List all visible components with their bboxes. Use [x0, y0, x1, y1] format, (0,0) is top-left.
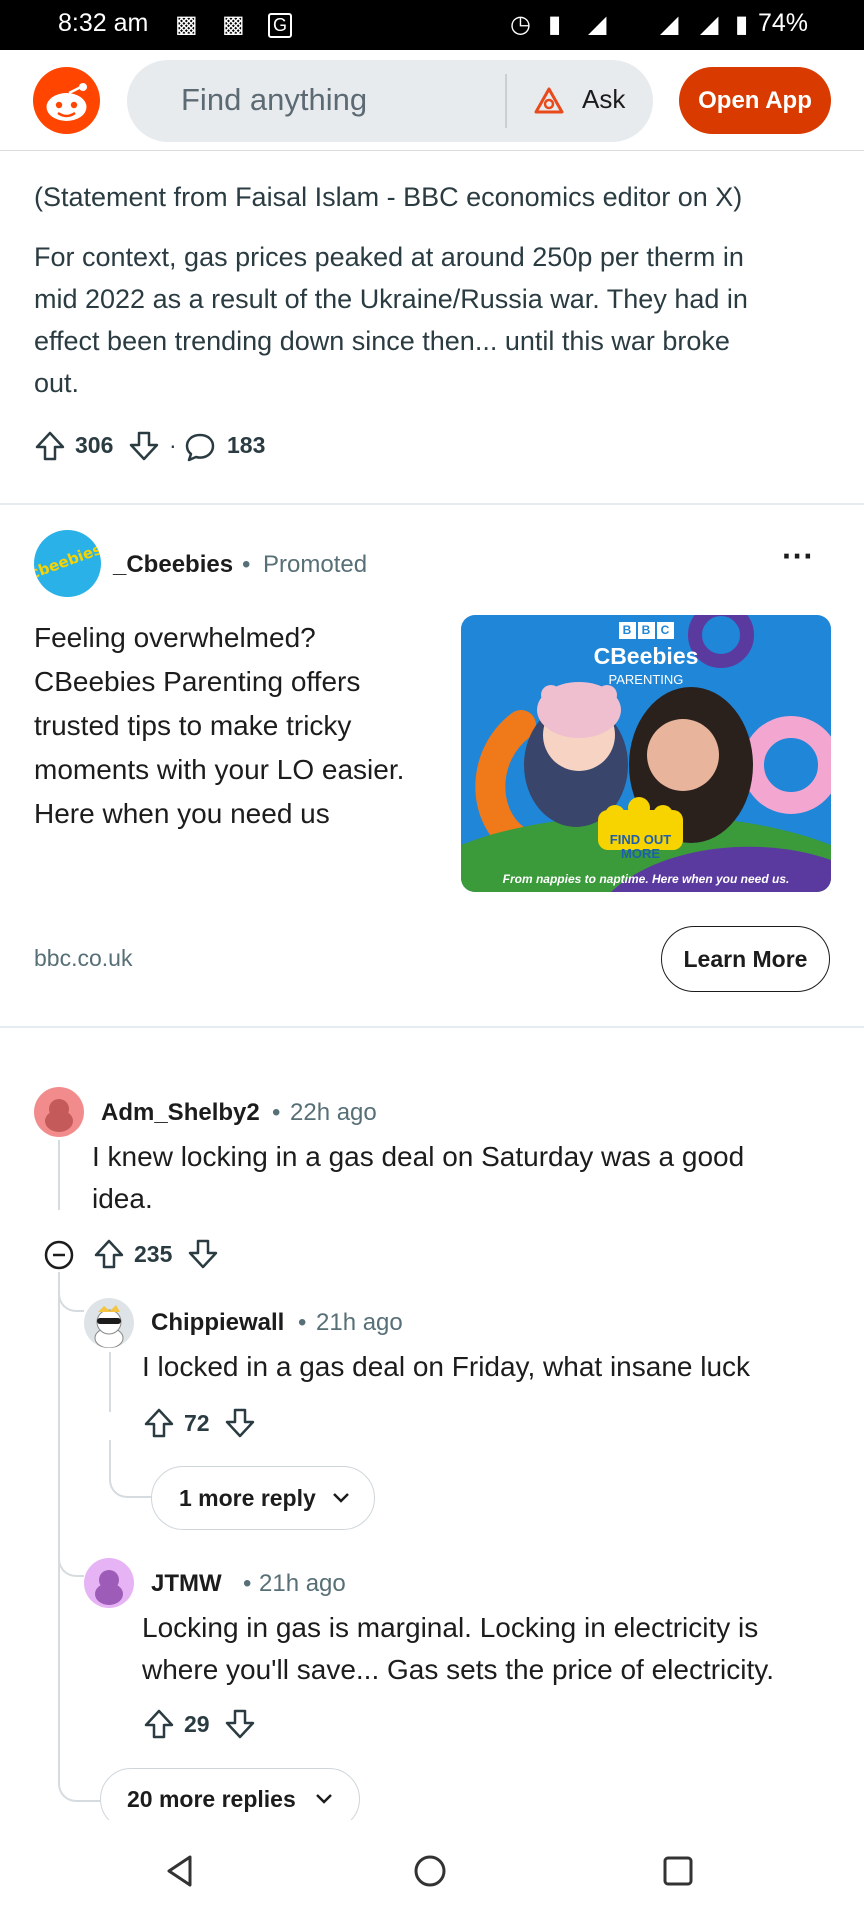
- comment-text-line: idea.: [92, 1183, 153, 1214]
- search-bar[interactable]: Find anything Ask: [127, 60, 653, 142]
- bbc-logo-letter: B: [618, 622, 636, 639]
- comment-vote-count: 235: [134, 1241, 173, 1267]
- status-bar: 8:32 am ▩ ▩ G ◷ ▮ ◢ ◢ ◢ ▮ 74%: [0, 0, 864, 50]
- comment-vote-count: 72: [184, 1410, 210, 1436]
- more-options-icon[interactable]: ···: [782, 538, 814, 575]
- comment-time: 21h ago: [259, 1570, 346, 1597]
- ad-body-line: Feeling overwhelmed?: [34, 622, 316, 653]
- post-context-line: For context, gas prices peaked at around…: [34, 242, 744, 272]
- thread-line: [58, 1272, 60, 1772]
- chevron-down-icon: [316, 1794, 332, 1804]
- post-context-line: out.: [34, 368, 80, 398]
- ask-button[interactable]: Ask: [582, 84, 625, 115]
- ad-body-line: Here when you need us: [34, 798, 330, 829]
- comment-text-line: I knew locking in a gas deal on Saturday…: [92, 1141, 745, 1172]
- separator-dot: •: [272, 1099, 281, 1126]
- comment-text-line: where you'll save... Gas sets the price …: [142, 1654, 774, 1685]
- separator-dot: •: [243, 1570, 252, 1597]
- chevron-down-icon: [333, 1493, 349, 1503]
- downvote-icon[interactable]: [224, 1708, 256, 1740]
- ad-image-title: CBeebies: [593, 643, 699, 669]
- cbeebies-avatar[interactable]: cbeebies: [34, 530, 101, 597]
- separator-dot: •: [242, 551, 251, 578]
- thread-branch: [109, 1460, 153, 1498]
- comment-time: 22h ago: [290, 1099, 377, 1126]
- ad-image[interactable]: BBC CBeebies PARENTING FIND OUT MORE Fro…: [461, 615, 831, 892]
- thread-branch: [58, 1555, 84, 1577]
- separator-dot: ·: [169, 432, 177, 458]
- svg-text:cbeebies: cbeebies: [34, 540, 101, 583]
- collapse-icon[interactable]: [44, 1240, 74, 1270]
- ad-body-line: CBeebies Parenting offers: [34, 666, 361, 697]
- search-input[interactable]: Find anything: [181, 82, 367, 118]
- signal-icon: ◢: [588, 11, 607, 38]
- more-replies-label: 1 more reply: [179, 1485, 316, 1511]
- vibrate-icon: ▮: [548, 11, 562, 38]
- upvote-icon[interactable]: [93, 1238, 125, 1270]
- upvote-icon[interactable]: [34, 430, 66, 462]
- comment-author[interactable]: JTMW: [151, 1570, 222, 1598]
- thread-branch: [58, 1290, 84, 1312]
- section-divider: [0, 1026, 864, 1028]
- comment-vote-count: 29: [184, 1711, 210, 1737]
- separator-dot: •: [298, 1309, 307, 1336]
- notification-icon: ▩: [222, 11, 245, 38]
- ad-image-tagline: From nappies to naptime. Here when you n…: [502, 872, 790, 886]
- notification-icon: ▩: [175, 11, 198, 38]
- bbc-logo-letter: C: [656, 622, 674, 639]
- thread-line: [58, 1140, 60, 1210]
- comment-text-line: I locked in a gas deal on Friday, what i…: [142, 1351, 751, 1382]
- upvote-icon[interactable]: [143, 1407, 175, 1439]
- downvote-icon[interactable]: [128, 430, 160, 462]
- ask-icon[interactable]: [533, 86, 565, 116]
- more-replies-button[interactable]: 1 more reply: [151, 1466, 375, 1530]
- learn-more-button[interactable]: Learn More: [661, 926, 830, 992]
- comment-time: 21h ago: [316, 1309, 403, 1336]
- back-icon[interactable]: [164, 1854, 196, 1888]
- status-time: 8:32 am: [58, 9, 149, 37]
- comment-icon[interactable]: [184, 431, 216, 463]
- post-upvote-count: 306: [75, 432, 114, 458]
- volte-icon: ◢: [660, 11, 679, 38]
- ad-advertiser-name[interactable]: _Cbeebies: [113, 551, 233, 579]
- user-avatar[interactable]: [84, 1298, 134, 1348]
- signal-2-icon: ◢: [700, 11, 719, 38]
- post-context-line: mid 2022 as a result of the Ukraine/Russ…: [34, 284, 748, 314]
- battery-level: 74%: [757, 9, 808, 37]
- recents-icon[interactable]: [662, 1855, 694, 1887]
- post-comment-count: 183: [227, 432, 266, 458]
- downvote-icon[interactable]: [224, 1407, 256, 1439]
- post-statement: (Statement from Faisal Islam - BBC econo…: [34, 182, 743, 212]
- comment-author[interactable]: Adm_Shelby2: [101, 1099, 260, 1127]
- ad-domain[interactable]: bbc.co.uk: [34, 945, 132, 972]
- home-icon[interactable]: [413, 1854, 447, 1888]
- bbc-logo-letter: B: [637, 622, 655, 639]
- ad-image-cta: FIND OUT MORE: [609, 832, 672, 861]
- alarm-icon: ◷: [510, 11, 531, 38]
- more-replies-label: 20 more replies: [127, 1786, 296, 1812]
- post-context-line: effect been trending down since then... …: [34, 326, 730, 356]
- comment-text-line: Locking in gas is marginal. Locking in e…: [142, 1612, 759, 1643]
- thread-line: [109, 1352, 111, 1412]
- battery-icon: ▮: [735, 11, 749, 38]
- promoted-label: Promoted: [263, 551, 368, 578]
- system-nav-bar: [0, 1820, 864, 1920]
- search-divider: [505, 74, 507, 128]
- ad-body-line: trusted tips to make tricky: [34, 710, 352, 741]
- gallery-icon: G: [268, 13, 293, 38]
- open-app-button[interactable]: Open App: [679, 67, 831, 134]
- section-divider: [0, 503, 864, 505]
- comment-author[interactable]: Chippiewall: [151, 1309, 284, 1337]
- downvote-icon[interactable]: [187, 1238, 219, 1270]
- ad-image-subtitle: PARENTING: [608, 672, 684, 687]
- reddit-logo[interactable]: [33, 67, 100, 134]
- upvote-icon[interactable]: [143, 1708, 175, 1740]
- user-avatar[interactable]: [84, 1558, 134, 1608]
- ad-image-brand-row: BBC: [461, 621, 831, 639]
- thread-branch: [58, 1770, 102, 1802]
- top-header: Find anything Ask Open App: [0, 50, 864, 151]
- ad-body-line: moments with your LO easier.: [34, 754, 405, 785]
- user-avatar[interactable]: [34, 1087, 84, 1137]
